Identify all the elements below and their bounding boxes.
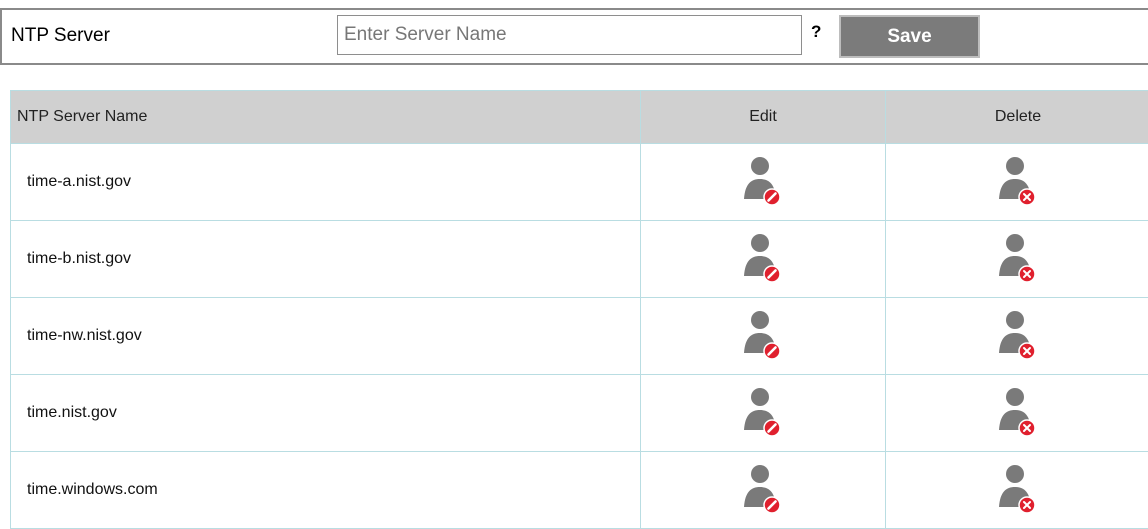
- table-row: time-a.nist.gov: [11, 144, 1148, 221]
- table-row: time-nw.nist.gov: [11, 298, 1148, 375]
- delete-user-icon[interactable]: [998, 155, 1038, 205]
- help-icon[interactable]: ?: [811, 22, 821, 42]
- server-name-cell: time.windows.com: [11, 452, 641, 529]
- table-row: time.nist.gov: [11, 375, 1148, 452]
- delete-user-icon[interactable]: [998, 309, 1038, 359]
- server-list: time-a.nist.gov t: [11, 144, 1148, 529]
- server-name-input[interactable]: [337, 15, 802, 55]
- save-button[interactable]: Save: [839, 15, 980, 58]
- column-header-delete: Delete: [886, 91, 1148, 144]
- delete-user-icon[interactable]: [998, 463, 1038, 513]
- edit-user-icon[interactable]: [743, 309, 783, 359]
- edit-user-icon[interactable]: [743, 463, 783, 513]
- table-row: time.windows.com: [11, 452, 1148, 529]
- table-row: time-b.nist.gov: [11, 221, 1148, 298]
- server-name-cell: time-nw.nist.gov: [11, 298, 641, 375]
- server-name-cell: time-b.nist.gov: [11, 221, 641, 298]
- column-header-edit: Edit: [641, 91, 886, 144]
- edit-user-icon[interactable]: [743, 232, 783, 282]
- ntp-server-label: NTP Server: [11, 25, 110, 47]
- delete-user-icon[interactable]: [998, 386, 1038, 436]
- server-name-cell: time-a.nist.gov: [11, 144, 641, 221]
- ntp-server-table: NTP Server Name Edit Delete time-a.nist.…: [10, 90, 1148, 529]
- edit-user-icon[interactable]: [743, 386, 783, 436]
- server-name-cell: time.nist.gov: [11, 375, 641, 452]
- delete-user-icon[interactable]: [998, 232, 1038, 282]
- column-header-server-name: NTP Server Name: [11, 91, 641, 144]
- ntp-server-form: NTP Server ? Save: [0, 8, 1148, 65]
- table-header-row: NTP Server Name Edit Delete: [11, 91, 1148, 144]
- edit-user-icon[interactable]: [743, 155, 783, 205]
